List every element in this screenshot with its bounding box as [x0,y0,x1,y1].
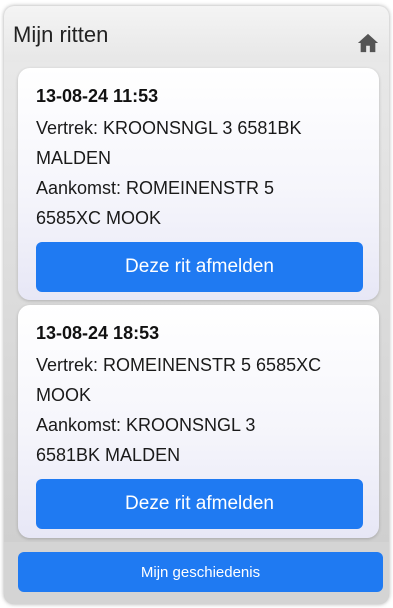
departure-line-1: Vertrek: KROONSNGL 3 6581BK [36,118,302,138]
rides-list: 13-08-24 11:53 Vertrek: KROONSNGL 3 6581… [4,62,389,542]
arrival-line-2: 6585XC MOOK [36,208,162,228]
footer-bar: Mijn geschiedenis [4,542,389,604]
cancel-ride-button[interactable]: Deze rit afmelden [36,242,363,292]
ride-arrival: Aankomst: ROMEINENSTR 5 6585XC MOOK [36,173,376,233]
history-button[interactable]: Mijn geschiedenis [18,552,383,592]
home-icon[interactable] [357,32,379,54]
app-screen: Mijn ritten 13-08-24 11:53 Vertrek: KROO… [4,6,389,604]
ride-card: 13-08-24 18:53 Vertrek: ROMEINENSTR 5 65… [18,305,379,538]
ride-datetime: 13-08-24 11:53 [36,86,159,106]
ride-departure: Vertrek: ROMEINENSTR 5 6585XC MOOK [36,350,376,410]
ride-arrival: Aankomst: KROONSNGL 3 6581BK MALDEN [36,410,376,470]
ride-datetime: 13-08-24 18:53 [36,323,160,343]
arrival-line-1: Aankomst: ROMEINENSTR 5 [36,178,275,198]
ride-departure: Vertrek: KROONSNGL 3 6581BK MALDEN [36,113,376,173]
page-title: Mijn ritten [13,22,109,47]
arrival-line-1: Aankomst: KROONSNGL 3 [36,415,256,435]
departure-line-2: MOOK [36,385,92,405]
ride-card: 13-08-24 11:53 Vertrek: KROONSNGL 3 6581… [18,68,379,300]
departure-line-2: MALDEN [36,148,112,168]
header-bar: Mijn ritten [4,6,389,62]
departure-line-1: Vertrek: ROMEINENSTR 5 6585XC [36,355,322,375]
cancel-ride-button[interactable]: Deze rit afmelden [36,479,363,529]
arrival-line-2: 6581BK MALDEN [36,445,181,465]
